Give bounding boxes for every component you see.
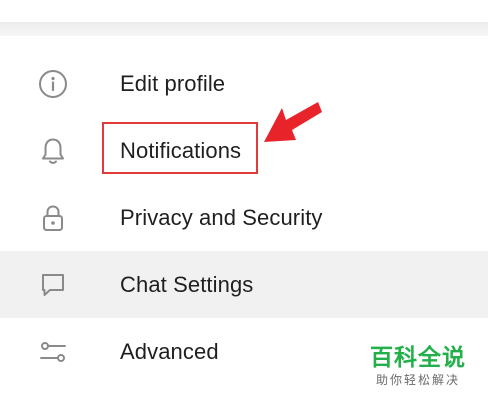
menu-item-chat-settings[interactable]: Chat Settings [0,251,488,318]
lock-icon [36,201,70,235]
menu-item-edit-profile[interactable]: Edit profile [0,50,488,117]
menu-item-notifications[interactable]: Notifications [0,117,488,184]
menu-item-label: Privacy and Security [120,204,323,230]
menu-item-label: Advanced [120,338,219,364]
menu-item-label: Edit profile [120,70,226,96]
section-divider [0,22,488,36]
menu-item-privacy-security[interactable]: Privacy and Security [0,184,488,251]
chat-bubble-icon [36,268,70,302]
top-header-strip [0,0,488,22]
bell-icon [36,134,70,168]
sliders-icon [36,335,70,369]
info-icon [36,67,70,101]
settings-page: Edit profile Notifications Privacy and S… [0,0,488,398]
watermark-title: 百科全说 [370,345,466,371]
watermark-logo: 百科全说 助你轻松解决 [362,344,474,388]
menu-item-label: Notifications [120,137,242,163]
menu-item-label: Chat Settings [120,271,254,297]
watermark-subtitle: 助你轻松解决 [375,373,460,387]
